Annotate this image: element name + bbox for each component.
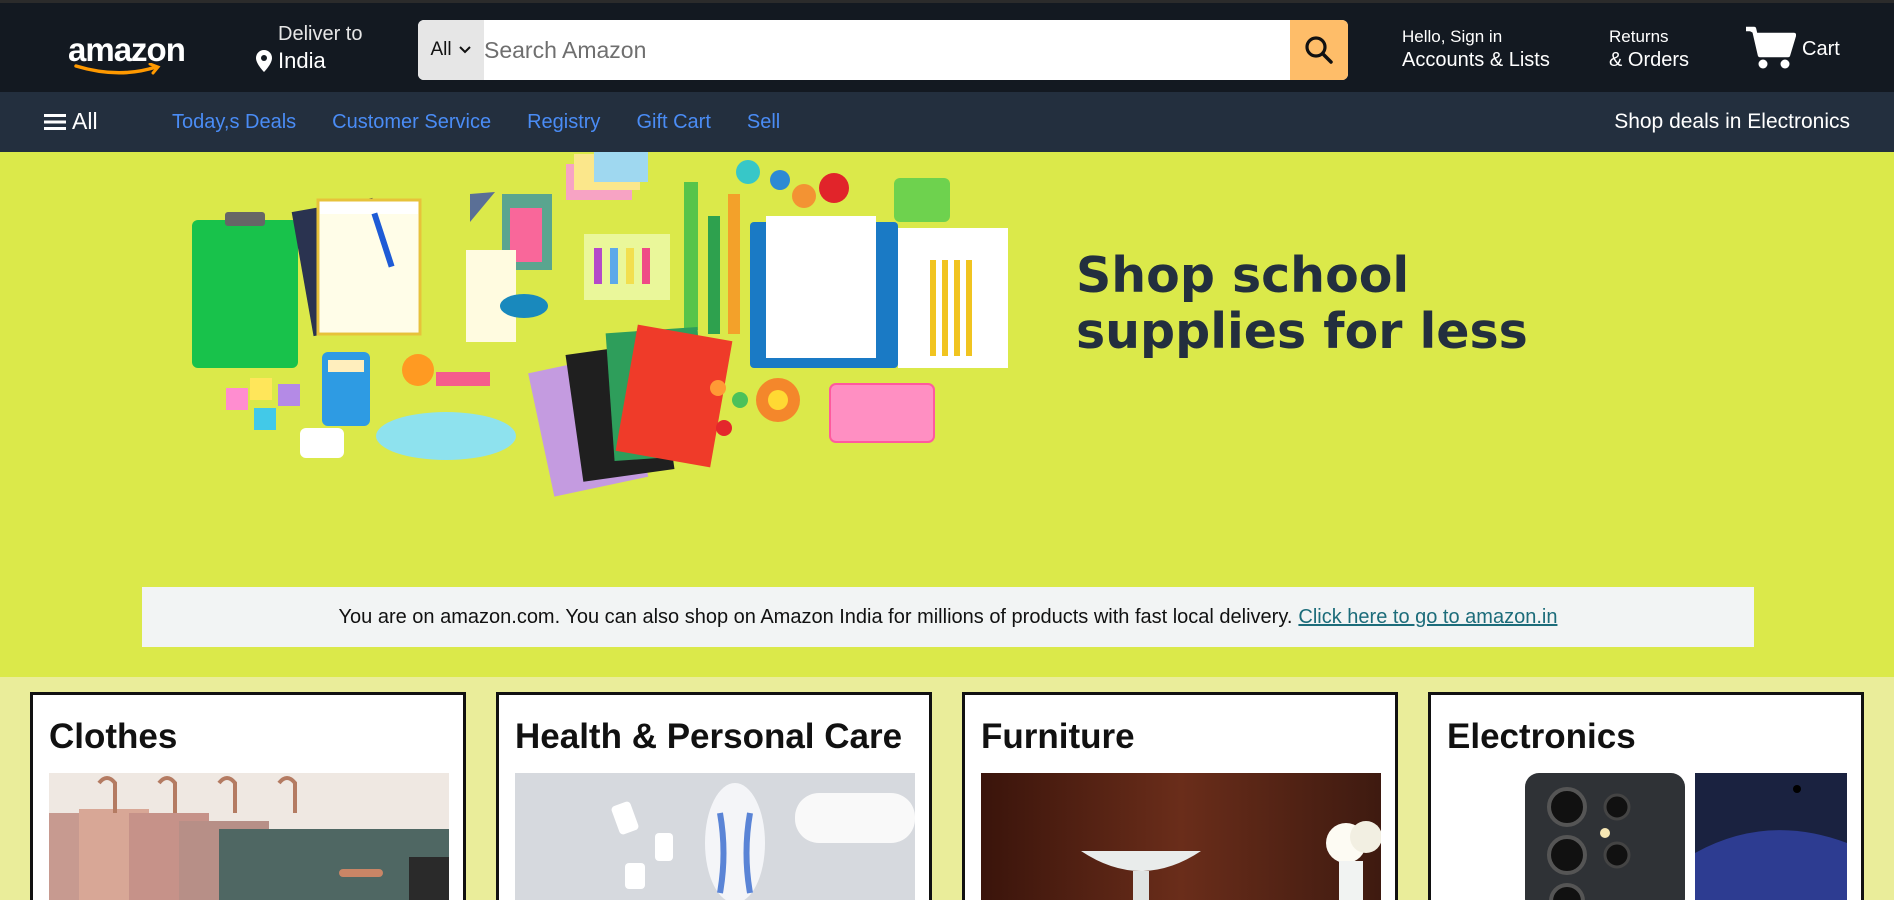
account-lists[interactable]: Hello, Sign in Accounts & Lists xyxy=(1402,27,1550,72)
top-header: amazon Deliver to India All Search Amazo… xyxy=(0,0,1894,92)
hero-title-line-1: Shop school xyxy=(1076,247,1410,304)
school-supplies-illustration xyxy=(192,152,1008,497)
clothes-image xyxy=(49,773,449,900)
location-pin-icon xyxy=(256,50,272,72)
search-category-select[interactable]: All xyxy=(418,20,484,80)
category-card-electronics[interactable]: Electronics xyxy=(1428,692,1864,900)
card-title: Electronics xyxy=(1447,717,1636,756)
nav-link-gift-cart[interactable]: Gift Cart xyxy=(636,111,710,134)
search-button[interactable] xyxy=(1290,20,1348,80)
category-card-clothes[interactable]: Clothes xyxy=(30,692,466,900)
region-notice: You are on amazon.com. You can also shop… xyxy=(142,587,1754,647)
category-card-furniture[interactable]: Furniture xyxy=(962,692,1398,900)
hamburger-icon xyxy=(44,113,66,130)
cart-label: Cart xyxy=(1802,38,1840,60)
search-bar: All xyxy=(418,20,1348,80)
logo-text: amazon xyxy=(68,31,186,68)
nav-bar: All Today,s Deals Customer Service Regis… xyxy=(0,92,1894,152)
all-menu-label: All xyxy=(72,108,98,134)
account-greeting: Hello, Sign in xyxy=(1402,27,1503,46)
orders-label: & Orders xyxy=(1609,49,1690,71)
nav-link-customer-service[interactable]: Customer Service xyxy=(332,111,491,134)
deliver-country: India xyxy=(278,48,326,73)
amazon-logo[interactable]: amazon xyxy=(68,33,192,77)
chevron-down-icon xyxy=(458,46,471,54)
go-to-amazon-in-link[interactable]: Click here to go to amazon.in xyxy=(1298,606,1557,629)
cart-button[interactable]: Cart xyxy=(1744,25,1840,71)
nav-link-todays-deals[interactable]: Today,s Deals xyxy=(172,111,296,134)
returns-orders[interactable]: Returns & Orders xyxy=(1609,27,1689,72)
region-notice-text: You are on amazon.com. You can also shop… xyxy=(338,605,1293,628)
deliver-label: Deliver to xyxy=(278,23,363,45)
card-title: Clothes xyxy=(49,717,178,756)
electronics-image xyxy=(1447,773,1847,900)
card-title: Health & Personal Care xyxy=(515,717,903,756)
account-label: Accounts & Lists xyxy=(1402,49,1550,71)
nav-link-registry[interactable]: Registry xyxy=(527,111,600,134)
card-title: Furniture xyxy=(981,717,1135,756)
deliver-to[interactable]: Deliver to India xyxy=(256,23,362,74)
nav-links: Today,s Deals Customer Service Registry … xyxy=(172,111,780,134)
hero-title: Shop school supplies for less xyxy=(1076,248,1528,360)
category-cards: Clothes Health & Personal Care Furniture… xyxy=(0,677,1894,900)
nav-link-sell[interactable]: Sell xyxy=(747,111,780,134)
returns-label: Returns xyxy=(1609,27,1669,46)
furniture-image xyxy=(981,773,1381,900)
health-image xyxy=(515,773,915,900)
search-category-label: All xyxy=(430,39,452,60)
all-menu-button[interactable]: All xyxy=(44,108,98,135)
category-card-health[interactable]: Health & Personal Care xyxy=(496,692,932,900)
logo-smile-icon xyxy=(74,63,161,75)
search-icon xyxy=(1305,36,1333,64)
hero-title-line-2: supplies for less xyxy=(1076,303,1528,360)
hero-banner[interactable]: Shop school supplies for less You are on… xyxy=(0,152,1894,677)
search-input[interactable] xyxy=(484,20,1290,80)
nav-promo-electronics[interactable]: Shop deals in Electronics xyxy=(1614,110,1850,134)
cart-icon xyxy=(1746,26,1796,69)
